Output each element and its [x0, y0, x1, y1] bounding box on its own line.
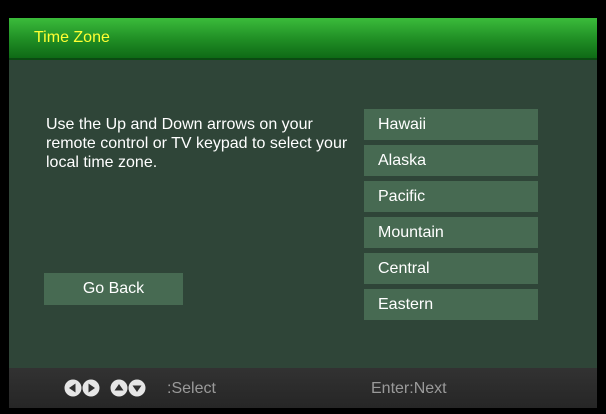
time-zone-dialog: Time Zone Use the Up and Down arrows on … [9, 18, 597, 408]
title-divider [9, 58, 597, 60]
time-zone-list: Hawaii Alaska Pacific Mountain Central E… [364, 109, 538, 325]
time-zone-option-pacific[interactable]: Pacific [364, 181, 538, 212]
navigation-icons [64, 379, 146, 397]
time-zone-option-hawaii[interactable]: Hawaii [364, 109, 538, 140]
enter-next-hint: Enter:Next [371, 380, 447, 397]
page-title: Time Zone [34, 29, 110, 46]
instructions-text: Use the Up and Down arrows on your remot… [46, 116, 348, 171]
up-arrow-icon [110, 379, 128, 397]
right-arrow-icon [82, 379, 100, 397]
time-zone-option-central[interactable]: Central [364, 253, 538, 284]
left-arrow-icon [64, 379, 82, 397]
title-bar: Time Zone [9, 18, 597, 58]
time-zone-option-alaska[interactable]: Alaska [364, 145, 538, 176]
select-hint: :Select [167, 380, 216, 397]
time-zone-option-eastern[interactable]: Eastern [364, 289, 538, 320]
time-zone-option-mountain[interactable]: Mountain [364, 217, 538, 248]
down-arrow-icon [128, 379, 146, 397]
go-back-button[interactable]: Go Back [44, 273, 183, 305]
footer-bar: :Select Enter:Next [9, 368, 597, 408]
